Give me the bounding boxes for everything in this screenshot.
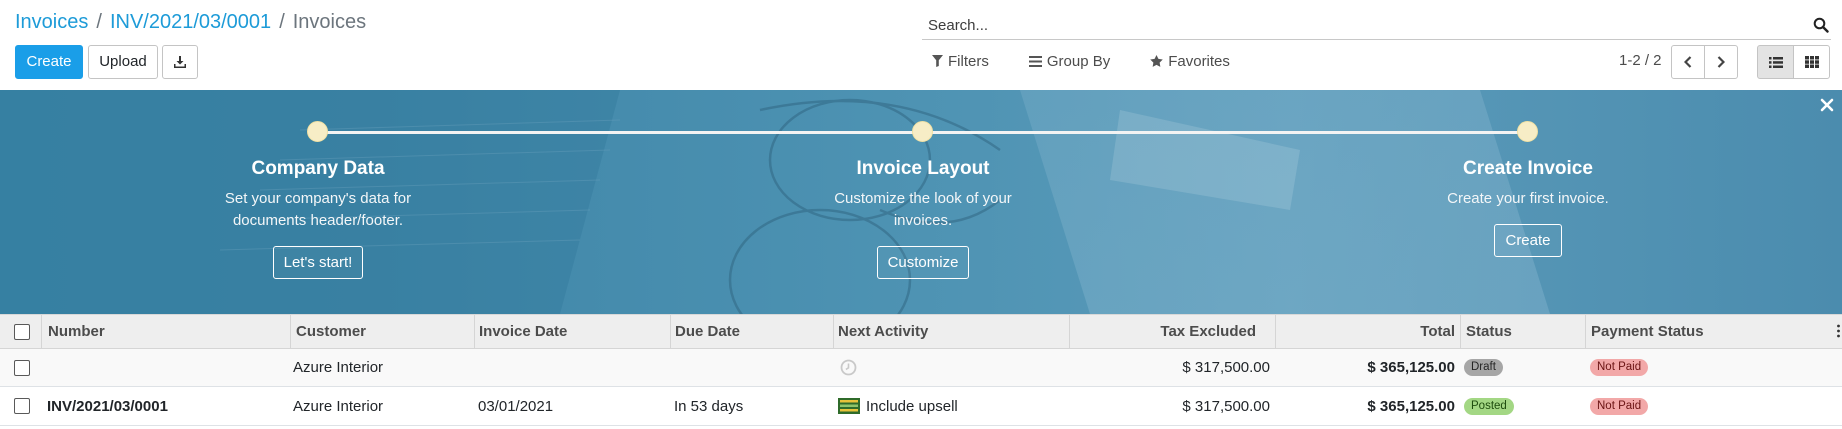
breadcrumb-separator: /	[279, 11, 285, 33]
status-badge: Posted	[1464, 397, 1514, 415]
activity-label: Include upsell	[866, 397, 958, 415]
payment-status-badge: Not Paid	[1590, 359, 1649, 376]
step-description-line2: invoices.	[893, 212, 953, 229]
select-all-checkbox[interactable]	[14, 323, 30, 340]
close-icon[interactable]	[1820, 98, 1834, 112]
column-options-icon[interactable]	[1837, 324, 1840, 338]
step-create-invoice: Create Invoice Create your first invoice…	[1328, 156, 1728, 257]
upsell-icon[interactable]	[838, 398, 860, 414]
list-view-button[interactable]	[1757, 45, 1794, 79]
chevron-left-icon	[1684, 56, 1692, 68]
cell-tax-excluded: $ 317,500.00	[1182, 397, 1270, 415]
breadcrumb-separator: /	[96, 11, 102, 33]
table-row[interactable]: INV/2021/03/0001 Azure Interior 03/01/20…	[0, 387, 1842, 426]
row-checkbox[interactable]	[14, 359, 30, 376]
cell-next-activity[interactable]	[840, 349, 857, 386]
cell-invoice-date: 03/01/2021	[478, 397, 554, 415]
favorites-label: Favorites	[1168, 52, 1230, 70]
select-all-cell	[14, 315, 30, 348]
lets-start-button[interactable]: Let's start!	[272, 246, 364, 279]
step-description-line1: Create your first invoice.	[1447, 190, 1609, 207]
table-row[interactable]: Azure Interior $ 317,500.00 $ 365,125.00…	[0, 349, 1842, 387]
pager-value[interactable]: 1-2 / 2	[1619, 52, 1662, 69]
step-title: Company Data	[251, 158, 385, 179]
cell-status: Posted	[1464, 387, 1514, 425]
row-checkbox[interactable]	[14, 398, 30, 414]
invoice-list-table: Number Customer Invoice Date Due Date Ne…	[0, 314, 1842, 426]
column-header-total[interactable]: Total	[1275, 315, 1460, 348]
search-icon[interactable]	[1813, 17, 1829, 33]
favorites-dropdown[interactable]: Favorites	[1150, 50, 1230, 72]
breadcrumb: Invoices / INV/2021/03/0001 / Invoices	[15, 10, 366, 34]
column-header-next-activity[interactable]: Next Activity	[833, 315, 1069, 348]
step-title: Create Invoice	[1463, 158, 1593, 179]
star-icon	[1150, 55, 1163, 67]
control-panel: Invoices / INV/2021/03/0001 / Invoices Creat…	[0, 0, 1842, 90]
status-badge: Draft	[1464, 359, 1503, 376]
list-icon	[1768, 56, 1783, 68]
download-icon	[174, 56, 186, 68]
grid-icon	[1804, 56, 1819, 68]
step-description-line1: Set your company's data for	[224, 190, 412, 207]
clock-icon[interactable]	[840, 359, 857, 376]
cell-total: $ 365,125.00	[1367, 359, 1455, 376]
row-select-cell	[14, 387, 30, 425]
cell-number: INV/2021/03/0001	[47, 397, 168, 415]
breadcrumb-invoice-link[interactable]: INV/2021/03/0001	[110, 11, 271, 33]
cell-tax-excluded: $ 317,500.00	[1182, 359, 1270, 376]
payment-status-badge: Not Paid	[1590, 397, 1649, 415]
column-header-due-date[interactable]: Due Date	[670, 315, 833, 348]
cell-customer: Azure Interior	[293, 359, 384, 376]
column-header-invoice-date[interactable]: Invoice Date	[474, 315, 670, 348]
step-invoice-layout: Invoice Layout Customize the look of you…	[723, 156, 1123, 279]
bars-icon	[1028, 55, 1042, 67]
column-header-number[interactable]: Number	[41, 315, 290, 348]
step-dot-company-data	[307, 121, 328, 142]
group-by-dropdown[interactable]: Group By	[1028, 50, 1111, 72]
step-description-line2: documents header/footer.	[232, 212, 404, 229]
step-description-line1: Customize the look of your	[834, 190, 1012, 207]
search-bar	[922, 12, 1831, 40]
column-header-payment-status[interactable]: Payment Status	[1585, 315, 1842, 348]
upload-button[interactable]: Upload	[88, 45, 158, 79]
step-title: Invoice Layout	[856, 158, 990, 179]
filter-icon	[932, 55, 943, 67]
cell-next-activity[interactable]: Include upsell	[838, 387, 958, 425]
chevron-right-icon	[1717, 56, 1725, 68]
customize-button[interactable]: Customize	[876, 246, 970, 279]
pager-previous-button[interactable]	[1671, 45, 1705, 79]
onboarding-banner: Company Data Set your company's data for…	[0, 90, 1842, 314]
filters-label: Filters	[948, 52, 989, 70]
table-header-row: Number Customer Invoice Date Due Date Ne…	[0, 314, 1842, 349]
search-options: Filters Group By Favorites	[932, 50, 1270, 72]
step-dot-create-invoice	[1517, 121, 1538, 142]
kanban-view-button[interactable]	[1793, 45, 1830, 79]
cell-payment-status: Not Paid	[1590, 349, 1649, 386]
cell-payment-status: Not Paid	[1590, 387, 1649, 425]
step-dot-invoice-layout	[912, 121, 933, 142]
group-by-label: Group By	[1046, 52, 1111, 70]
pager-next-button[interactable]	[1704, 45, 1738, 79]
breadcrumb-current: Invoices	[292, 11, 367, 33]
step-company-data: Company Data Set your company's data for…	[118, 156, 518, 279]
column-header-status[interactable]: Status	[1460, 315, 1585, 348]
row-select-cell	[14, 349, 30, 386]
cell-due-date: In 53 days	[674, 397, 744, 415]
create-invoice-button[interactable]: Create	[1494, 224, 1562, 257]
search-input[interactable]	[922, 12, 1782, 38]
download-button[interactable]	[162, 45, 198, 79]
cell-total: $ 365,125.00	[1367, 397, 1455, 415]
filters-dropdown[interactable]: Filters	[932, 50, 989, 72]
breadcrumb-invoices-link[interactable]: Invoices	[15, 11, 88, 33]
column-header-customer[interactable]: Customer	[290, 315, 474, 348]
cell-status: Draft	[1464, 349, 1503, 386]
create-button[interactable]: Create	[15, 45, 83, 79]
column-header-tax-excluded[interactable]: Tax Excluded	[1069, 315, 1275, 348]
cell-customer: Azure Interior	[293, 397, 384, 415]
